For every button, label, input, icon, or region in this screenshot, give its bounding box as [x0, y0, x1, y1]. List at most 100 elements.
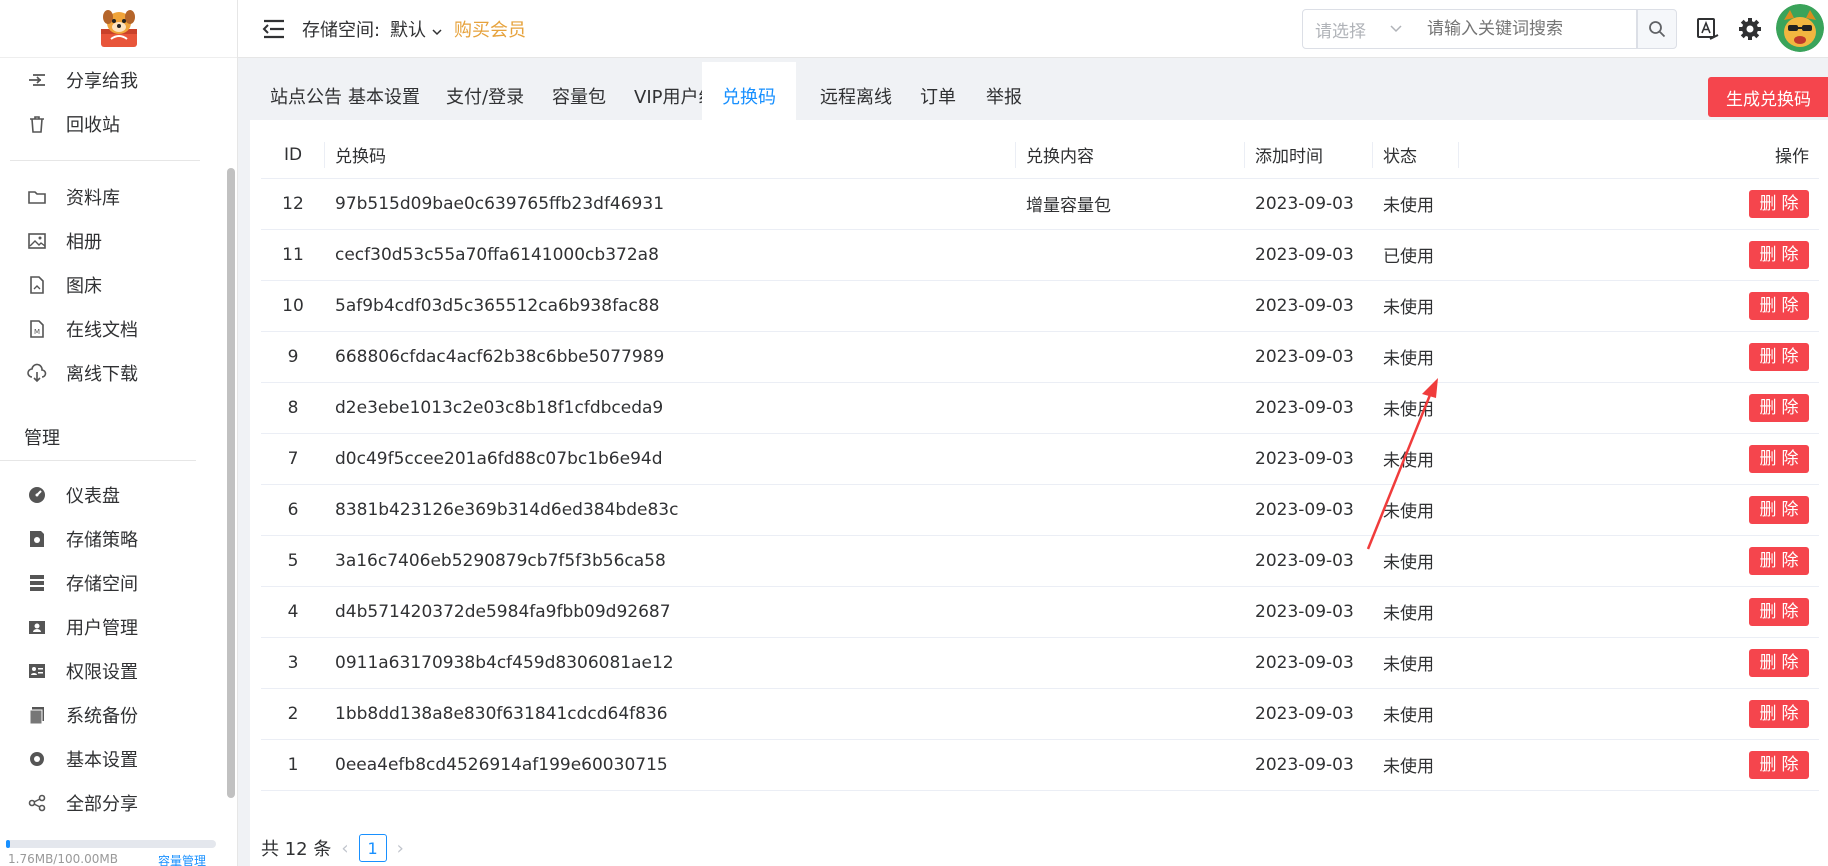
- user-manage-icon: [26, 616, 48, 638]
- column-header-status-label: 状态: [1383, 147, 1417, 168]
- sidebar-item-share[interactable]: 全部分享: [0, 781, 226, 825]
- sidebar-item-label: 用户管理: [66, 618, 138, 639]
- table-row: 1 0eea4efb8cd4526914af199e60030715 2023-09…: [261, 739, 1819, 791]
- sidebar-item-permission[interactable]: 权限设置: [0, 649, 226, 693]
- generate-code-button[interactable]: 生成兑换码: [1708, 77, 1828, 117]
- search-input[interactable]: [1413, 9, 1637, 49]
- cell-status: 未使用: [1373, 586, 1459, 638]
- cell-actions: 删除: [1459, 739, 1819, 791]
- sidebar-item-trash[interactable]: 回收站: [0, 102, 226, 146]
- cell-id: 7: [261, 433, 325, 485]
- sidebar-item-server[interactable]: 存储空间: [0, 561, 226, 605]
- cell-date: 2023-09-03: [1245, 433, 1373, 485]
- cell-content: [1016, 484, 1245, 536]
- table-row: 10 5af9b4cdf03d5c365512ca6b938fac88 2023-0…: [261, 280, 1819, 332]
- delete-button[interactable]: 删除: [1749, 750, 1809, 779]
- column-header-status: 状态: [1373, 132, 1459, 179]
- tab-3[interactable]: 容量包: [532, 62, 626, 120]
- table-row: 9 668806cfdac4acf62b38c6bbe5077989 2023-09…: [261, 331, 1819, 383]
- page-number-current[interactable]: 1: [358, 834, 387, 862]
- cell-code: 3a16c7406eb5290879cb7f5f3b56ca58: [325, 535, 1016, 587]
- storage-progress-bar: [6, 840, 216, 848]
- search-type-select[interactable]: 请选择: [1302, 9, 1414, 49]
- table-row: 5 3a16c7406eb5290879cb7f5f3b56ca58 2023-09…: [261, 535, 1819, 587]
- sidebar-item-dashboard[interactable]: 仪表盘: [0, 473, 226, 517]
- pagination: 共 12 条 ‹ 1 ›: [261, 834, 414, 862]
- delete-button[interactable]: 删除: [1749, 546, 1809, 575]
- sidebar-item-share-in[interactable]: 分享给我: [0, 58, 226, 102]
- next-page-icon[interactable]: ›: [397, 838, 404, 859]
- delete-button[interactable]: 删除: [1749, 648, 1809, 677]
- menu-collapse-icon[interactable]: [262, 18, 286, 40]
- tab-5[interactable]: 兑换码: [702, 62, 796, 120]
- sidebar-item-backup[interactable]: 系统备份: [0, 693, 226, 737]
- sidebar-scrollbar[interactable]: [227, 168, 235, 798]
- delete-button[interactable]: 删除: [1749, 495, 1809, 524]
- chevron-down-icon: [432, 29, 442, 36]
- cell-actions: 删除: [1459, 637, 1819, 689]
- column-header-code: 兑换码: [325, 132, 1016, 179]
- cell-status: 未使用: [1373, 688, 1459, 740]
- storage-space-select[interactable]: 默认: [390, 16, 442, 42]
- cell-actions: 删除: [1459, 586, 1819, 638]
- sidebar-item-gear[interactable]: 基本设置: [0, 737, 226, 781]
- user-avatar[interactable]: [1776, 4, 1824, 52]
- trash-icon: [26, 113, 48, 135]
- sidebar-item-label: 权限设置: [66, 662, 138, 683]
- sidebar-item-storage-policy[interactable]: 存储策略: [0, 517, 226, 561]
- cell-id: 2: [261, 688, 325, 740]
- delete-button[interactable]: 删除: [1749, 699, 1809, 728]
- cell-code: 5af9b4cdf03d5c365512ca6b938fac88: [325, 280, 1016, 332]
- annotation-arrow-icon: [1366, 378, 1438, 550]
- svg-text:M: M: [34, 328, 40, 336]
- cell-code: 0911a63170938b4cf459d8306081ae12: [325, 637, 1016, 689]
- sidebar-item-label: 回收站: [66, 115, 120, 136]
- cell-content: [1016, 739, 1245, 791]
- cell-id: 1: [261, 739, 325, 791]
- gear-icon[interactable]: [1738, 17, 1762, 41]
- share-in-icon: [26, 69, 48, 91]
- cell-actions: 删除: [1459, 280, 1819, 332]
- avatar-image-icon: [1776, 4, 1824, 52]
- cell-id: 4: [261, 586, 325, 638]
- delete-button[interactable]: 删除: [1749, 240, 1809, 269]
- sidebar-item-folder[interactable]: 资料库: [0, 175, 226, 219]
- app-logo[interactable]: [0, 0, 237, 58]
- storage-manage-link[interactable]: 容量管理: [158, 852, 206, 866]
- tab-8[interactable]: 举报: [966, 62, 1042, 120]
- cell-date: 2023-09-03: [1245, 331, 1373, 383]
- sidebar-item-user-manage[interactable]: 用户管理: [0, 605, 226, 649]
- delete-button[interactable]: 删除: [1749, 291, 1809, 320]
- cell-date: 2023-09-03: [1245, 484, 1373, 536]
- delete-button[interactable]: 删除: [1749, 393, 1809, 422]
- prev-page-icon[interactable]: ‹: [341, 838, 348, 859]
- delete-button[interactable]: 删除: [1749, 597, 1809, 626]
- tab-2[interactable]: 支付/登录: [426, 62, 544, 120]
- sidebar-item-label: 离线下载: [66, 364, 138, 385]
- tab-6[interactable]: 远程离线: [800, 62, 912, 120]
- sidebar-item-label: 资料库: [66, 188, 120, 209]
- storage-space-label: 存储空间:: [302, 20, 381, 41]
- translate-icon[interactable]: [1696, 17, 1720, 41]
- sidebar-item-file-image[interactable]: 图床: [0, 263, 226, 307]
- cell-actions: 删除: [1459, 535, 1819, 587]
- cell-code: cecf30d53c55a70ffa6141000cb372a8: [325, 229, 1016, 281]
- cell-code: 97b515d09bae0c639765ffb23df46931: [325, 178, 1016, 230]
- cell-code: 8381b423126e369b314d6ed384bde83c: [325, 484, 1016, 536]
- document-icon: M: [26, 318, 48, 340]
- sidebar-item-label: 分享给我: [66, 71, 138, 92]
- sidebar-item-cloud-download[interactable]: 离线下载: [0, 351, 226, 395]
- buy-vip-link[interactable]: 购买会员: [454, 16, 526, 42]
- sidebar-item-label: 系统备份: [66, 706, 138, 727]
- delete-button[interactable]: 删除: [1749, 342, 1809, 371]
- tab-7[interactable]: 订单: [900, 62, 976, 120]
- delete-button[interactable]: 删除: [1749, 444, 1809, 473]
- cell-status: 已使用: [1373, 229, 1459, 281]
- search-button[interactable]: [1637, 9, 1677, 49]
- delete-button[interactable]: 删除: [1749, 189, 1809, 218]
- storage-progress-fill: [6, 840, 10, 848]
- cell-date: 2023-09-03: [1245, 229, 1373, 281]
- sidebar-item-image[interactable]: 相册: [0, 219, 226, 263]
- sidebar-item-document[interactable]: M 在线文档: [0, 307, 226, 351]
- tab-1[interactable]: 基本设置: [328, 62, 440, 120]
